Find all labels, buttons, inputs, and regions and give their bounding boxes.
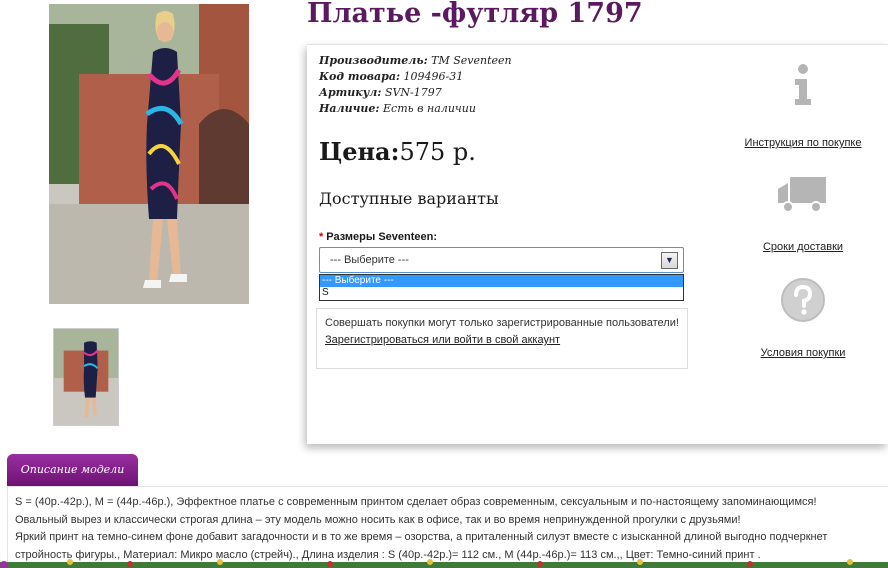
price-value: 575 р. xyxy=(399,138,476,166)
variants-heading: Доступные варианты xyxy=(319,189,499,208)
login-notice: Совершать покупки могут только зарегистр… xyxy=(316,308,688,369)
size-dropdown-list: --- Выберите --- S xyxy=(319,274,684,301)
product-description: S = (40р.-42р.), M = (44р.-46р.), Эффект… xyxy=(15,494,885,564)
size-select[interactable]: --- Выберите --- ▼ xyxy=(319,247,684,273)
size-select-value: --- Выберите --- xyxy=(330,254,409,266)
register-login-link[interactable]: Зарегистрироваться или войти в свой акка… xyxy=(325,334,560,346)
dress-photo-illustration xyxy=(49,4,249,304)
info-icon xyxy=(795,64,811,105)
meta-row-manufacturer: Производитель: TM Seventeen xyxy=(319,54,512,67)
meta-row-availability: Наличие: Есть в наличии xyxy=(319,102,476,115)
price-label: Цена: xyxy=(319,137,400,166)
required-mark: * xyxy=(319,231,324,243)
info-item-instructions: Инструкция по покупке xyxy=(725,63,881,149)
size-label: * Размеры Seventeen: xyxy=(319,231,438,243)
truck-icon xyxy=(778,177,826,213)
instructions-link[interactable]: Инструкция по покупке xyxy=(725,137,881,149)
login-notice-text: Совершать покупки могут только зарегистр… xyxy=(325,317,679,329)
thumbnail-illustration xyxy=(54,329,118,425)
product-meta: Производитель: TM Seventeen Код товара: … xyxy=(319,53,512,117)
meta-row-product-code: Код товара: 109496-31 xyxy=(319,70,464,83)
info-item-terms: Условия покупки xyxy=(725,277,881,359)
size-option-s[interactable]: S xyxy=(320,287,683,299)
delivery-link[interactable]: Сроки доставки xyxy=(725,241,881,253)
product-thumbnail[interactable] xyxy=(53,328,119,426)
holiday-garland xyxy=(0,559,888,568)
tab-description[interactable]: Описание модели xyxy=(7,454,138,486)
description-line: S = (40р.-42р.), M = (44р.-46р.), Эффект… xyxy=(15,496,817,508)
size-option-placeholder[interactable]: --- Выберите --- xyxy=(320,275,683,287)
meta-row-article: Артикул: SVN-1797 xyxy=(319,86,442,99)
price: Цена:575 р. xyxy=(319,137,476,166)
description-line: Яркий принт на темно-синем фоне добавит … xyxy=(15,531,828,543)
product-info-panel: Производитель: TM Seventeen Код товара: … xyxy=(307,44,888,444)
product-title: Платье -футляр 1797 xyxy=(307,0,643,29)
chevron-down-icon[interactable]: ▼ xyxy=(661,252,678,269)
main-product-photo[interactable] xyxy=(49,4,249,304)
description-line: Овальный вырез и классически строгая дли… xyxy=(15,513,741,526)
info-item-delivery: Сроки доставки xyxy=(725,173,881,253)
terms-link[interactable]: Условия покупки xyxy=(725,347,881,359)
question-icon xyxy=(781,278,825,322)
